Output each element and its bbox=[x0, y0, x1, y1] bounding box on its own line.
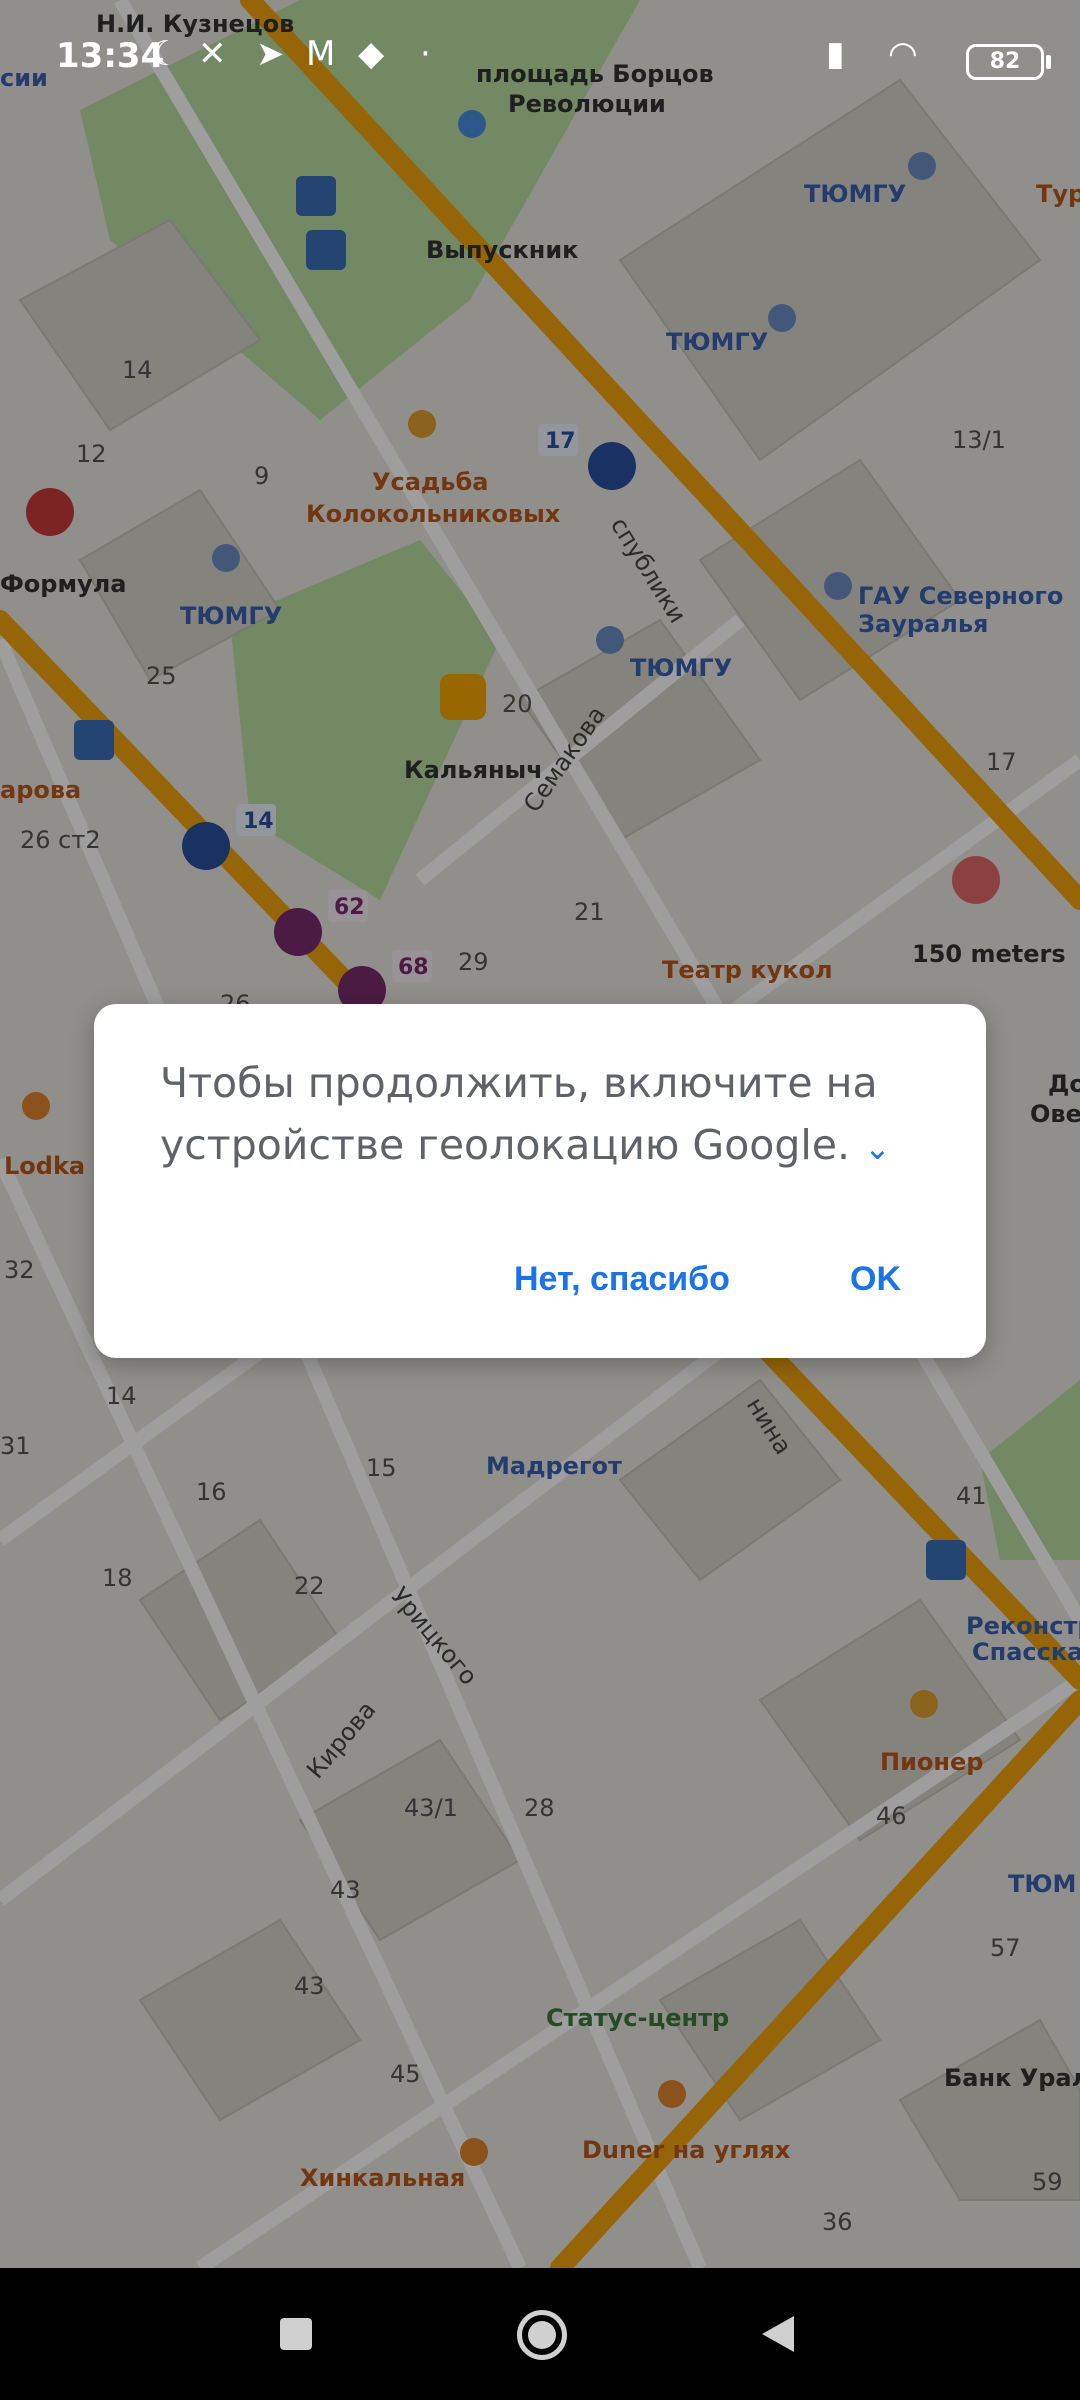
dot-icon: · bbox=[420, 34, 431, 74]
moon-icon: ☾ bbox=[150, 34, 181, 74]
status-time: 13:34 bbox=[56, 36, 165, 76]
home-button[interactable] bbox=[517, 2310, 567, 2360]
no-thanks-button[interactable]: Нет, спасибо bbox=[514, 1260, 730, 1299]
wifi-icon: ◠ bbox=[888, 34, 918, 74]
ok-button[interactable]: OK bbox=[850, 1260, 901, 1299]
telegram-icon: ➤ bbox=[256, 34, 285, 74]
dialog-message: Чтобы продолжить, включите на устройстве… bbox=[160, 1052, 900, 1179]
gmail-icon: M bbox=[306, 34, 336, 74]
status-bar: 13:34 ☾ ✕ ➤ M ◆ · ▮ ◠ 82 bbox=[0, 0, 1080, 96]
battery-indicator: 82 bbox=[966, 44, 1051, 80]
dialog-message-text: Чтобы продолжить, включите на устройстве… bbox=[160, 1059, 878, 1169]
mute-icon: ✕ bbox=[198, 34, 227, 74]
signal-icon: ▮ bbox=[826, 34, 845, 74]
back-button[interactable] bbox=[762, 2316, 794, 2352]
dropbox-icon: ◆ bbox=[358, 34, 385, 74]
location-permission-dialog: Чтобы продолжить, включите на устройстве… bbox=[94, 1004, 986, 1358]
chevron-down-icon[interactable]: ⌄ bbox=[864, 1117, 891, 1179]
recents-button[interactable] bbox=[280, 2318, 312, 2350]
